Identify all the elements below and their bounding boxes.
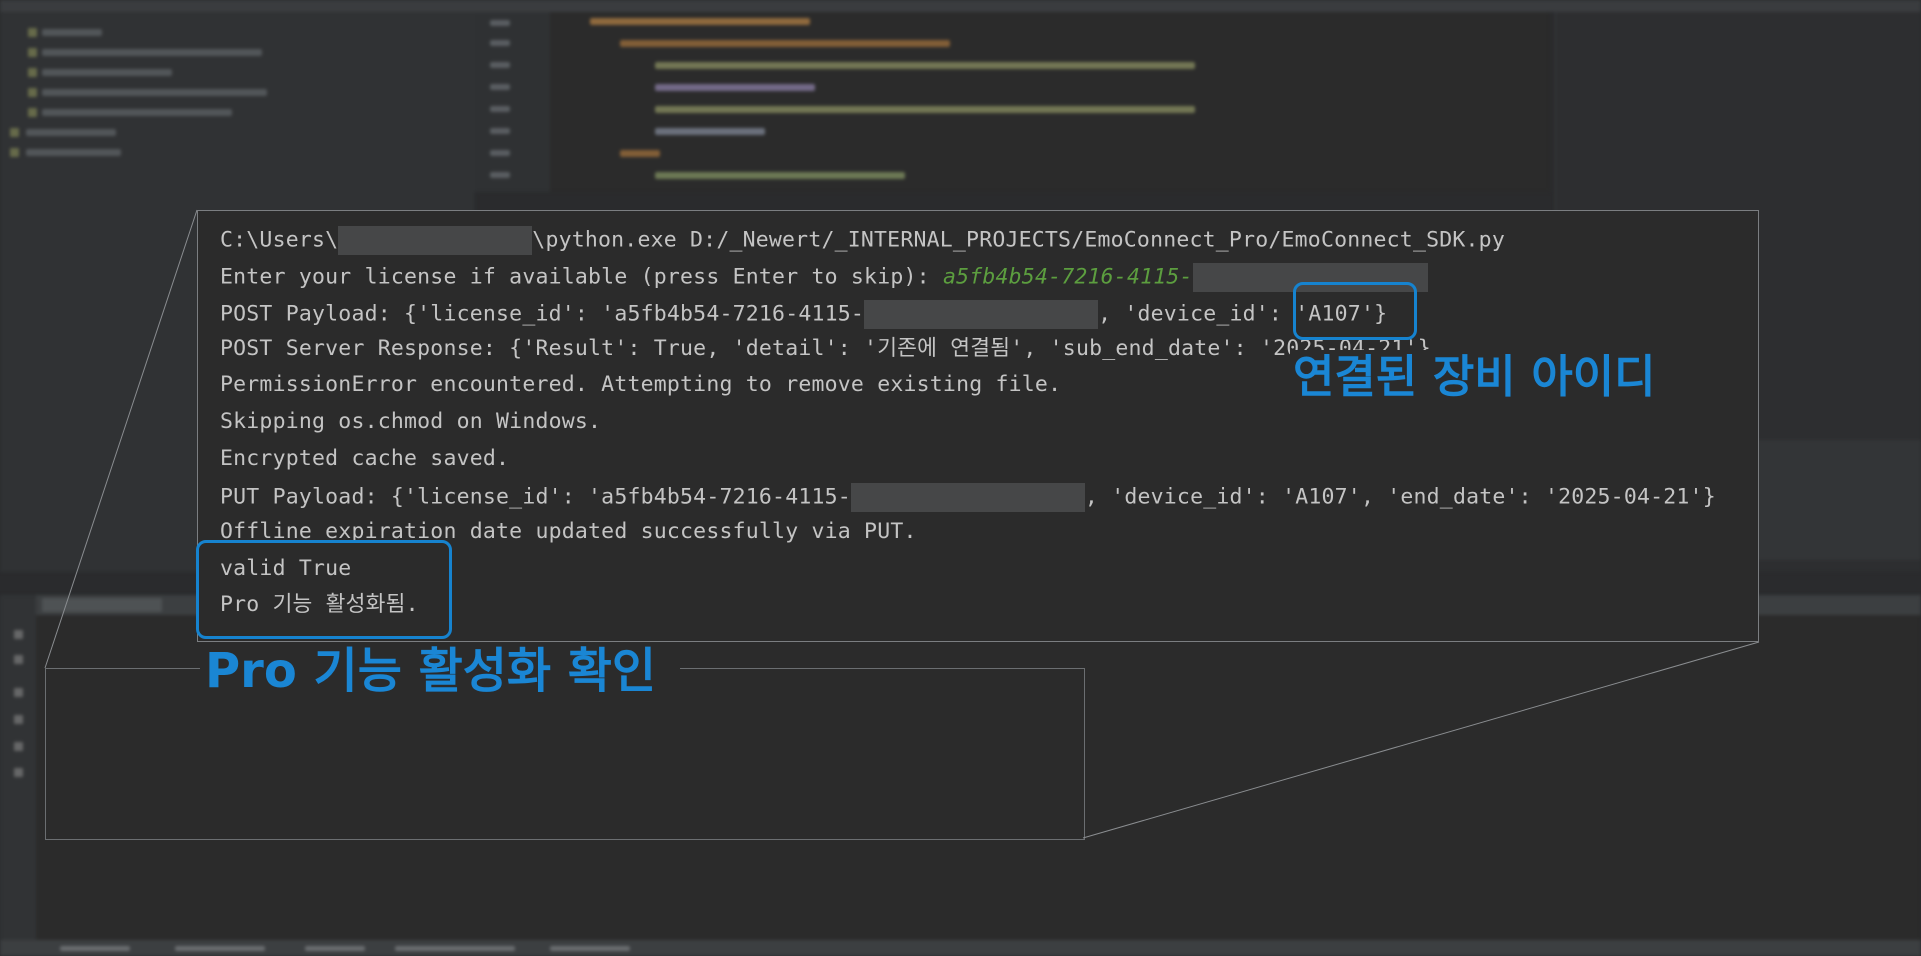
redacted-license bbox=[850, 483, 1085, 512]
zoom-line-right bbox=[1082, 641, 1760, 839]
device-id-callout: 연결된 장비 아이디 bbox=[1293, 350, 1656, 403]
pro-activated-callout: Pro 기능 활성화 확인 bbox=[205, 643, 657, 699]
license-input[interactable]: a5fb4b54-7216-4115- bbox=[943, 265, 1193, 290]
device-id-highlight bbox=[1293, 282, 1417, 340]
console-line-permission-error: PermissionError encountered. Attempting … bbox=[220, 372, 1062, 397]
redacted-license bbox=[864, 300, 1099, 329]
pro-activated-highlight bbox=[196, 540, 452, 639]
redacted-username bbox=[338, 226, 533, 255]
console-line-skip-chmod: Skipping os.chmod on Windows. bbox=[220, 409, 602, 434]
console-line-post-response: POST Server Response: {'Result': True, '… bbox=[220, 336, 1431, 361]
zoom-line-left bbox=[44, 209, 198, 669]
console-line-license-prompt: Enter your license if available (press E… bbox=[220, 263, 1428, 292]
console-line-post-payload: POST Payload: {'license_id': 'a5fb4b54-7… bbox=[220, 300, 1387, 329]
console-line-cache-saved: Encrypted cache saved. bbox=[220, 446, 510, 471]
console-line-python-cmd: C:\Users\ \python.exe D:/_Newert/_INTERNA… bbox=[220, 226, 1505, 255]
console-line-put-payload: PUT Payload: {'license_id': 'a5fb4b54-72… bbox=[220, 483, 1716, 512]
